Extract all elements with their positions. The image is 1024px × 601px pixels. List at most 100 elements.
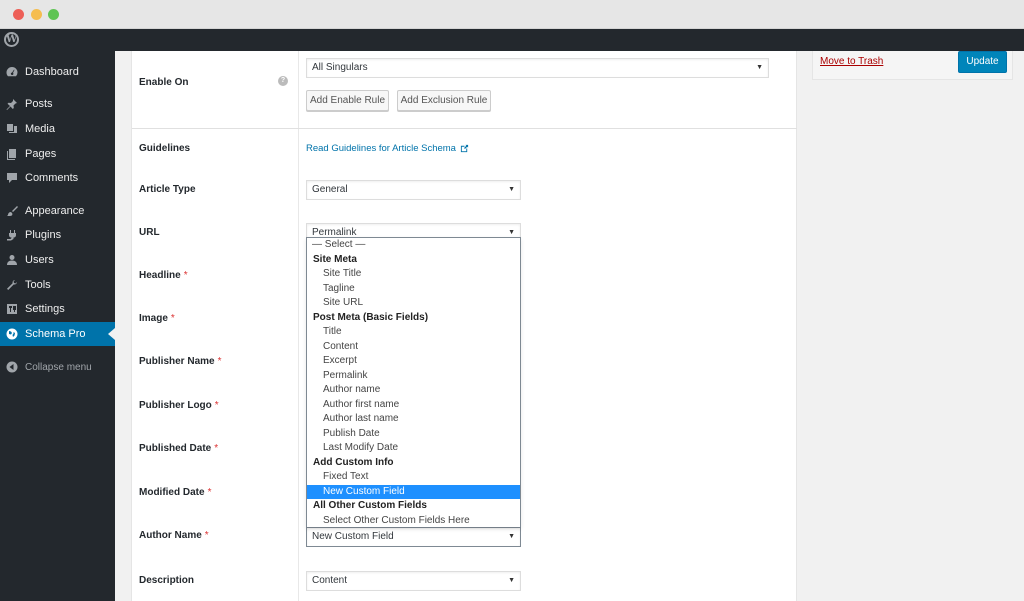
pages-icon <box>5 147 19 161</box>
wordpress-logo-icon[interactable]: W <box>4 32 19 47</box>
dropdown-option[interactable]: Select Other Custom Fields Here <box>307 514 520 529</box>
dropdown-group-label: Post Meta (Basic Fields) <box>313 311 429 323</box>
dropdown-option[interactable]: Excerpt <box>307 354 520 369</box>
dropdown-option[interactable]: — Select — <box>307 238 520 253</box>
sidebar-item-label: Tools <box>25 279 51 291</box>
enable-on-select[interactable]: All Singulars ▼ <box>306 58 769 78</box>
pin-icon <box>5 97 19 111</box>
publisher-name-label: Publisher Name * <box>139 356 222 367</box>
media-icon <box>5 122 19 136</box>
enable-on-value: All Singulars <box>312 62 368 73</box>
dropdown-option[interactable]: Title <box>307 325 520 340</box>
dropdown-option[interactable]: Author last name <box>307 412 520 427</box>
dropdown-option[interactable]: Fixed Text <box>307 470 520 485</box>
description-label: Description <box>139 575 195 586</box>
published-date-label-text: Published Date <box>139 443 212 454</box>
maximize-window-button[interactable] <box>48 9 59 20</box>
row-divider <box>132 128 797 129</box>
author-name-label-text: Author Name <box>139 530 202 541</box>
publisher-name-label-text: Publisher Name <box>139 356 215 367</box>
globe-icon <box>5 327 19 341</box>
article-type-value: General <box>312 184 348 195</box>
wrench-icon <box>5 278 19 292</box>
required-marker: * <box>214 443 219 454</box>
users-icon <box>5 253 19 267</box>
modified-date-label: Modified Date * <box>139 487 211 498</box>
article-type-label: Article Type <box>139 184 196 195</box>
image-label: Image * <box>139 313 175 324</box>
chevron-down-icon: ▼ <box>508 186 515 193</box>
dropdown-option[interactable]: Site URL <box>307 296 520 311</box>
sidebar-item-label: Plugins <box>25 229 62 241</box>
sidebar-item-pages[interactable]: Pages <box>0 142 115 166</box>
sidebar-item-tools[interactable]: Tools <box>0 273 115 297</box>
publisher-logo-label: Publisher Logo * <box>139 400 219 411</box>
required-marker: * <box>217 356 222 367</box>
sidebar-item-label: Users <box>25 254 54 266</box>
dropdown-group-label: Add Custom Info <box>313 456 394 468</box>
sidebar-item-plugins[interactable]: Plugins <box>0 223 115 247</box>
dropdown-option[interactable]: Content <box>307 340 520 355</box>
comments-icon <box>5 171 19 185</box>
sidebar-item-comments[interactable]: Comments <box>0 166 115 190</box>
required-marker: * <box>207 487 212 498</box>
sidebar-item-label: Collapse menu <box>25 361 92 373</box>
required-marker: * <box>170 313 175 324</box>
dashboard-icon <box>5 65 19 79</box>
dropdown-option[interactable]: Site Title <box>307 267 520 282</box>
window-titlebar <box>0 0 1024 29</box>
guidelines-label: Guidelines <box>139 143 191 154</box>
headline-label: Headline * <box>139 270 188 281</box>
field-options-dropdown[interactable]: — Select — Site Meta Site Title Tagline Site… <box>306 237 521 527</box>
sidebar-item-dashboard[interactable]: Dashboard <box>0 60 115 84</box>
sidebar-item-label: Dashboard <box>25 66 79 78</box>
settings-icon <box>5 302 19 316</box>
dropdown-option[interactable]: New Custom Field <box>307 484 520 499</box>
dropdown-option[interactable]: Publish Date <box>307 427 520 442</box>
dropdown-option[interactable]: Last Modify Date <box>307 441 520 456</box>
author-name-select[interactable]: New Custom Field ▼ <box>306 527 521 547</box>
publish-box: Move to Trash Update <box>812 51 1013 80</box>
sidebar-item-media[interactable]: Media <box>0 117 115 141</box>
description-select[interactable]: Content ▼ <box>306 571 521 591</box>
sidebar-item-posts[interactable]: Posts <box>0 92 115 116</box>
published-date-label: Published Date * <box>139 443 218 454</box>
description-value: Content <box>312 575 348 586</box>
dropdown-option[interactable]: Author name <box>307 383 520 398</box>
dropdown-group-label: All Other Custom Fields <box>313 500 427 511</box>
column-divider <box>298 51 299 601</box>
article-type-select[interactable]: General ▼ <box>306 180 521 200</box>
collapse-icon <box>5 360 19 374</box>
read-guidelines-link[interactable]: Read Guidelines for Article Schema <box>306 143 469 154</box>
publisher-logo-label-text: Publisher Logo <box>139 400 212 411</box>
sidebar-item-settings[interactable]: Settings <box>0 297 115 321</box>
sidebar-item-appearance[interactable]: Appearance <box>0 199 115 223</box>
update-button[interactable]: Update <box>958 51 1007 73</box>
close-window-button[interactable] <box>13 9 24 20</box>
add-exclusion-rule-button[interactable]: Add Exclusion Rule <box>397 90 491 111</box>
sidebar-item-label: Settings <box>25 303 65 315</box>
sidebar-item-label: Pages <box>25 148 57 160</box>
chevron-down-icon: ▼ <box>756 64 763 71</box>
sidebar-item-label: Comments <box>25 172 79 184</box>
required-marker: * <box>183 270 188 281</box>
modified-date-label-text: Modified Date <box>139 487 205 498</box>
dropdown-option[interactable]: Author first name <box>307 398 520 413</box>
plugin-icon <box>5 228 19 242</box>
dropdown-option[interactable]: Permalink <box>307 369 520 384</box>
dropdown-option[interactable]: Tagline <box>307 282 520 297</box>
brush-icon <box>5 204 19 218</box>
chevron-down-icon: ▼ <box>508 577 515 584</box>
author-name-label: Author Name * <box>139 530 209 541</box>
help-icon[interactable]: ? <box>278 76 288 86</box>
sidebar-item-schema-pro[interactable]: Schema Pro <box>0 322 115 346</box>
admin-bar: W <box>0 29 1024 51</box>
minimize-window-button[interactable] <box>31 9 42 20</box>
headline-label-text: Headline <box>139 270 181 281</box>
collapse-menu-button[interactable]: Collapse menu <box>0 355 115 379</box>
sidebar-item-users[interactable]: Users <box>0 248 115 272</box>
move-to-trash-link[interactable]: Move to Trash <box>820 56 883 67</box>
required-marker: * <box>204 530 209 541</box>
image-label-text: Image <box>139 313 168 324</box>
add-enable-rule-button[interactable]: Add Enable Rule <box>306 90 389 111</box>
